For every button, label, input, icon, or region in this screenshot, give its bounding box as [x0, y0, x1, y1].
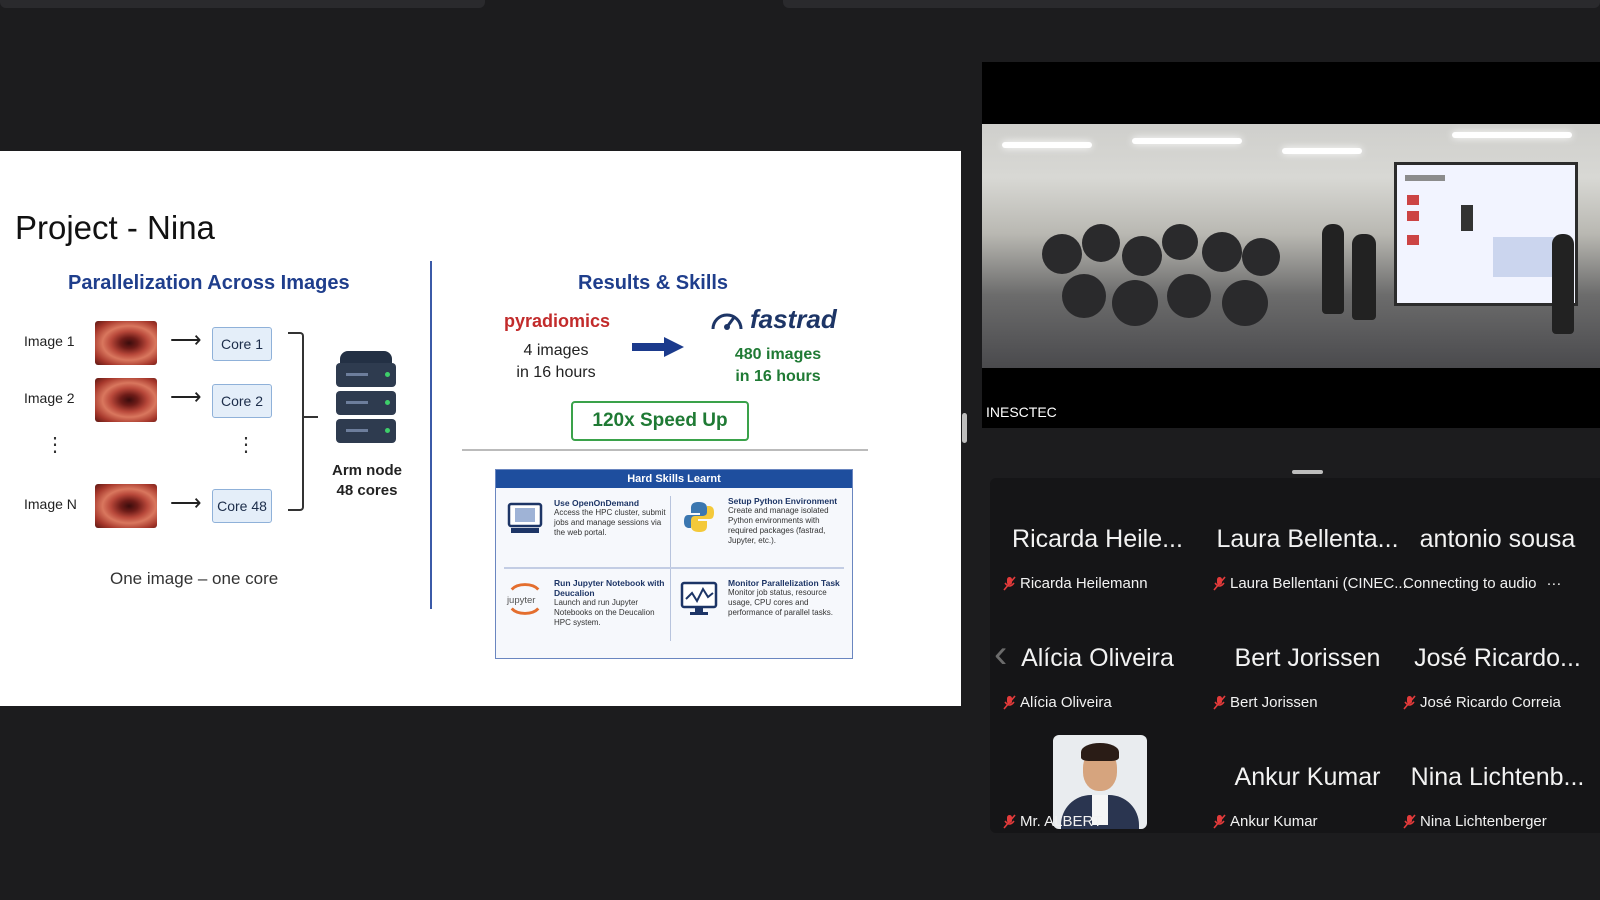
hard-skills-title: Hard Skills Learnt [496, 470, 852, 488]
endoscopy-thumbnail [95, 378, 157, 422]
mic-muted-icon [1213, 814, 1226, 829]
server-rack-icon [334, 351, 398, 445]
speedometer-icon [711, 313, 743, 330]
skills-horizontal-divider [504, 567, 844, 569]
participant-caption: Bert Jorissen [1213, 694, 1318, 711]
participant-display-name: Bert Jorissen [1234, 644, 1381, 672]
mic-muted-icon [1403, 814, 1416, 829]
image-label: Image 2 [24, 390, 75, 406]
monitor-icon [506, 500, 544, 538]
projector-screen [1394, 162, 1578, 306]
fastrad-stat: 480 images in 16 hours [734, 346, 822, 385]
participant-tile[interactable]: Laura Bellenta... Laura Bellentani (CINE… [1205, 485, 1410, 603]
video-label: INESCTEC [986, 404, 1057, 420]
participant-caption: Nina Lichtenberger [1403, 813, 1547, 830]
top-toolbar-right [783, 0, 1600, 8]
mic-muted-icon [1003, 695, 1016, 710]
jupyter-icon: jupyter [506, 580, 544, 618]
image-label: Image N [24, 496, 77, 512]
video-feed [982, 124, 1600, 368]
participant-display-name: Ankur Kumar [1234, 763, 1381, 791]
participant-caption: Laura Bellentani (CINEC... [1213, 575, 1407, 592]
arrow-right-icon: ⟶ [170, 490, 202, 515]
participant-display-name: Nina Lichtenb... [1410, 763, 1585, 791]
participant-caption: Mr. ALBERT [1003, 813, 1102, 830]
participant-tile[interactable]: José Ricardo... José Ricardo Correia [1395, 604, 1600, 722]
previous-page-chevron-icon[interactable]: ‹ [994, 632, 1007, 677]
arrow-right-icon: ⟶ [170, 327, 202, 352]
ellipsis-vertical-icon: ⋮ [236, 434, 256, 456]
top-toolbar-left [0, 0, 485, 8]
section-divider [430, 261, 432, 609]
core-box: Core 1 [212, 327, 272, 361]
more-options-icon[interactable]: ··· [1546, 575, 1561, 592]
participant-tile[interactable]: Ricarda Heile... Ricarda Heilemann [995, 485, 1200, 603]
participant-tile[interactable]: Ankur Kumar Ankur Kumar [1205, 723, 1410, 841]
image-label: Image 1 [24, 333, 75, 349]
slide-title: Project - Nina [15, 209, 215, 246]
endoscopy-thumbnail [95, 321, 157, 365]
mic-muted-icon [1003, 814, 1016, 829]
parallelization-title: Parallelization Across Images [68, 272, 350, 294]
hard-skills-panel: Hard Skills Learnt Use OpenOnDemand Acce… [495, 469, 853, 659]
big-arrow-right-icon [632, 337, 684, 357]
pyradiomics-stat: 4 images in 16 hours [516, 342, 596, 381]
participant-caption: Ankur Kumar [1213, 813, 1318, 830]
results-divider [462, 449, 868, 451]
endoscopy-thumbnail [95, 484, 157, 528]
shared-screen-slide: Project - Nina Parallelization Across Im… [0, 151, 961, 706]
core-box: Core 2 [212, 384, 272, 418]
fastrad-logo: fastrad [710, 304, 837, 335]
speedup-badge: 120x Speed Up [571, 401, 749, 441]
brace-bracket [288, 332, 304, 511]
arm-node-label: Arm node 48 cores [331, 462, 402, 499]
participant-display-name: Ricarda Heile... [1012, 525, 1183, 553]
participant-tile[interactable]: Mr. ALBERT [995, 723, 1200, 841]
core-box: Core 48 [212, 489, 272, 523]
participant-gallery: Ricarda Heile... Ricarda Heilemann Laura… [990, 478, 1600, 833]
brace-tick [302, 416, 318, 418]
ellipsis-vertical-icon: ⋮ [45, 434, 65, 456]
participant-tile[interactable]: Nina Lichtenb... Nina Lichtenberger [1395, 723, 1600, 841]
participant-display-name: antonio sousa [1419, 525, 1576, 553]
chart-monitor-icon [680, 580, 718, 618]
participant-caption: Alícia Oliveira [1003, 694, 1112, 711]
mic-muted-icon [1003, 576, 1016, 591]
python-icon [680, 498, 718, 536]
participant-caption: José Ricardo Correia [1403, 694, 1561, 711]
panel-resize-handle[interactable] [1292, 470, 1323, 474]
one-image-caption: One image – one core [110, 569, 279, 588]
participant-tile[interactable]: Alícia Oliveira Alícia Oliveira [995, 604, 1200, 722]
participant-tile[interactable]: antonio sousa Connecting to audio ··· [1395, 485, 1600, 603]
participant-tile[interactable]: Bert Jorissen Bert Jorissen [1205, 604, 1410, 722]
splitter-handle[interactable] [962, 413, 967, 443]
video-tile-inesctec[interactable]: INESCTEC [982, 62, 1600, 428]
participant-display-name: Laura Bellenta... [1216, 525, 1399, 553]
participant-caption: Connecting to audio ··· [1403, 575, 1562, 592]
pyradiomics-label: pyradiomics [504, 311, 611, 331]
participant-display-name: José Ricardo... [1414, 644, 1581, 672]
results-title: Results & Skills [578, 272, 729, 294]
arrow-right-icon: ⟶ [170, 384, 202, 409]
svg-text:jupyter: jupyter [506, 595, 535, 606]
mic-muted-icon [1213, 695, 1226, 710]
mic-muted-icon [1403, 695, 1416, 710]
mic-muted-icon [1213, 576, 1226, 591]
participant-display-name: Alícia Oliveira [1021, 644, 1174, 672]
participant-caption: Ricarda Heilemann [1003, 575, 1148, 592]
